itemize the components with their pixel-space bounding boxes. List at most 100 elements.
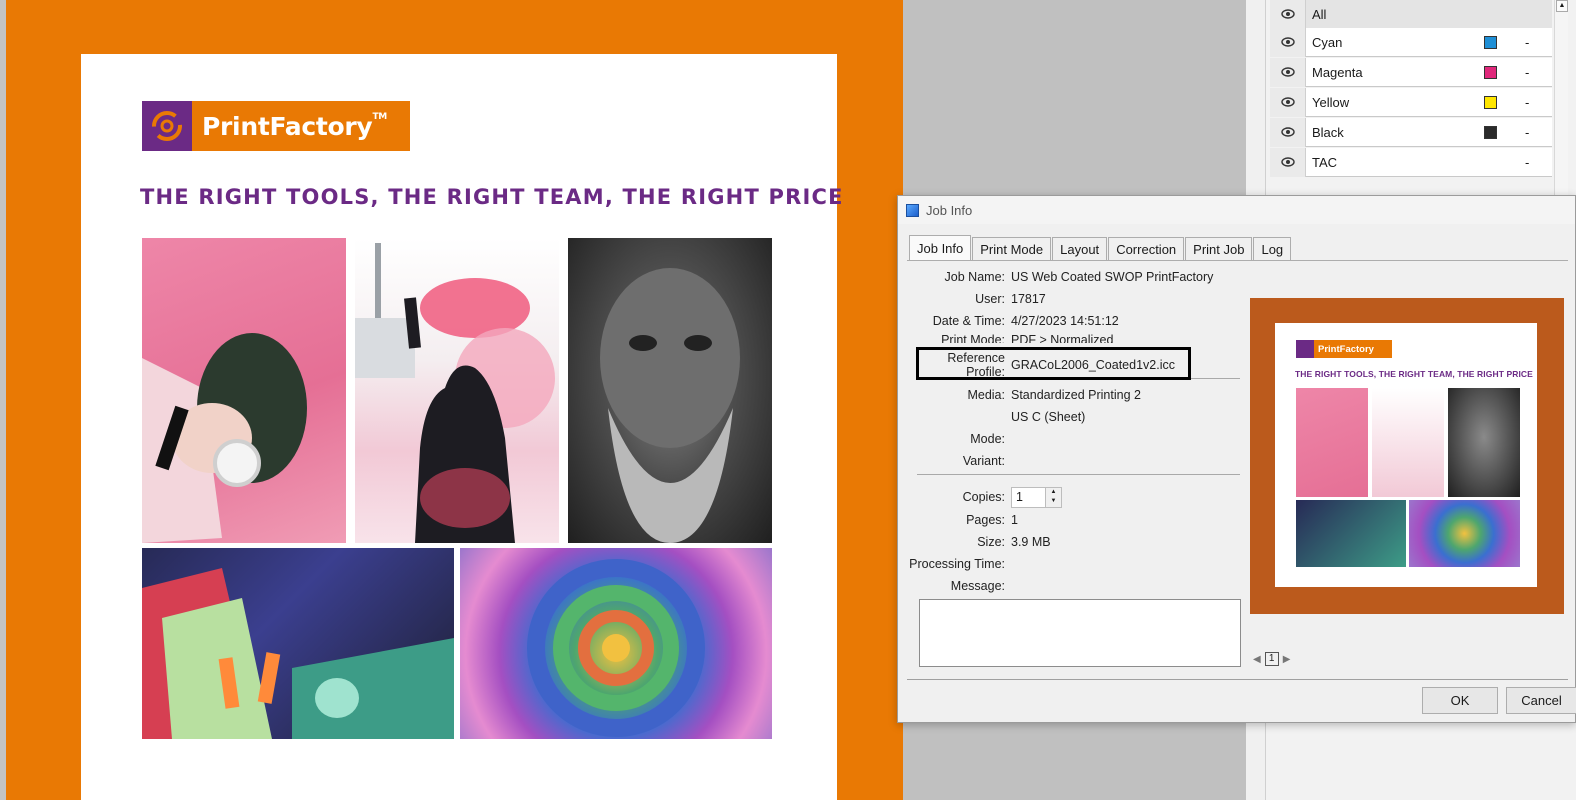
media-value: Standardized Printing 2 — [1011, 388, 1141, 402]
divider — [917, 474, 1240, 475]
preview-photo-4 — [1296, 500, 1406, 567]
printfactory-logo: PrintFactoryTM — [142, 101, 410, 151]
separation-row-cyan[interactable]: Cyan - — [1270, 27, 1552, 57]
datetime-row: Date & Time: 4/27/2023 14:51:12 — [907, 312, 1251, 330]
page-number-indicator: 1 — [1264, 652, 1279, 666]
cancel-button[interactable]: Cancel — [1506, 687, 1576, 714]
tab-log[interactable]: Log — [1253, 237, 1292, 260]
eye-icon[interactable] — [1270, 117, 1306, 147]
preview-page: PrintFactory THE RIGHT TOOLS, THE RIGHT … — [1275, 323, 1537, 587]
media-label: Media: — [967, 388, 1005, 402]
dialog-footer-divider — [907, 679, 1568, 680]
media-sub-value: US C (Sheet) — [1011, 410, 1086, 424]
prev-page-icon[interactable]: ◀ — [1253, 654, 1261, 665]
separation-row-magenta[interactable]: Magenta - — [1270, 57, 1552, 87]
mode-label: Mode: — [970, 432, 1005, 446]
preview-page-navigator: ◀ 1 ▶ — [1253, 652, 1290, 666]
eye-icon[interactable] — [1270, 147, 1306, 177]
tab-correction[interactable]: Correction — [1108, 237, 1185, 260]
size-label: Size: — [977, 535, 1005, 549]
photo-rainbow-rose — [460, 548, 772, 739]
print-mode-value: PDF > Normalized — [1011, 333, 1114, 343]
app-window-icon — [906, 203, 919, 217]
job-name-label: Job Name: — [944, 270, 1005, 284]
message-label: Message: — [950, 579, 1005, 593]
user-value: 17817 — [1011, 292, 1046, 306]
preview-photo-3 — [1448, 388, 1520, 497]
next-page-icon[interactable]: ▶ — [1283, 654, 1291, 665]
separation-row-black[interactable]: Black - — [1270, 117, 1552, 147]
separation-label: Yellow — [1312, 94, 1350, 110]
stepper-down-icon[interactable]: ▼ — [1046, 497, 1061, 507]
photo-smoke-flare — [355, 238, 559, 543]
copies-row: Copies: 1 ▲ ▼ — [907, 486, 1251, 508]
artboard: PrintFactoryTM THE RIGHT TOOLS, THE RIGH… — [6, 0, 903, 800]
user-row: User: 17817 — [907, 290, 1251, 308]
tab-print-job[interactable]: Print Job — [1185, 237, 1253, 260]
job-name-row: Job Name: US Web Coated SWOP PrintFactor… — [907, 268, 1251, 286]
copies-label: Copies: — [962, 490, 1005, 504]
separation-label: TAC — [1312, 154, 1338, 170]
copies-stepper[interactable]: 1 ▲ ▼ — [1011, 486, 1062, 508]
photo-woman-headphones — [142, 238, 346, 543]
document-page: PrintFactoryTM THE RIGHT TOOLS, THE RIGH… — [81, 54, 844, 800]
separation-row-all[interactable]: All — [1270, 0, 1552, 29]
datetime-value: 4/27/2023 14:51:12 — [1011, 314, 1119, 328]
eye-icon[interactable] — [1270, 57, 1306, 87]
pages-value: 1 — [1011, 513, 1018, 527]
page-tagline: THE RIGHT TOOLS, THE RIGHT TEAM, THE RIG… — [140, 185, 844, 209]
separations-scrollbar[interactable]: ▲ — [1554, 0, 1568, 195]
separation-label: All — [1312, 6, 1327, 22]
copies-input[interactable]: 1 — [1011, 486, 1046, 508]
size-row: Size: 3.9 MB — [907, 533, 1251, 551]
job-name-value: US Web Coated SWOP PrintFactory — [1011, 270, 1214, 284]
preview-logo-mark-icon — [1296, 340, 1314, 358]
print-mode-row: Print Mode: PDF > Normalized — [907, 333, 1251, 343]
separation-value: - — [1525, 94, 1530, 110]
separation-label: Magenta — [1312, 64, 1363, 80]
separation-value: - — [1525, 34, 1530, 50]
job-preview-thumbnail: PrintFactory THE RIGHT TOOLS, THE RIGHT … — [1250, 298, 1564, 614]
preview-photo-1 — [1296, 388, 1368, 497]
preview-photo-5 — [1409, 500, 1520, 567]
separation-value: - — [1525, 154, 1530, 170]
pages-label: Pages: — [966, 513, 1005, 527]
eye-icon[interactable] — [1270, 87, 1306, 117]
dialog-titlebar[interactable]: Job Info — [898, 196, 1575, 224]
scroll-up-arrow-icon[interactable]: ▲ — [1556, 0, 1568, 12]
preview-tagline: THE RIGHT TOOLS, THE RIGHT TEAM, THE RIG… — [1295, 369, 1533, 379]
photo-graffiti — [142, 548, 454, 739]
tab-layout[interactable]: Layout — [1052, 237, 1108, 260]
tab-job-info[interactable]: Job Info — [909, 235, 972, 260]
photo-old-man — [568, 238, 772, 543]
separation-value: - — [1525, 124, 1530, 140]
eye-icon[interactable] — [1270, 0, 1306, 29]
stepper-up-icon[interactable]: ▲ — [1046, 488, 1061, 498]
ok-button[interactable]: OK — [1422, 687, 1498, 714]
job-info-dialog: Job Info Job Info Print Mode Layout Corr… — [897, 195, 1576, 723]
printfactory-logo-mark-icon — [142, 101, 192, 151]
cyan-swatch — [1484, 35, 1497, 49]
swatch-placeholder — [1484, 156, 1497, 169]
pages-row: Pages: 1 — [907, 511, 1251, 529]
separation-row-tac[interactable]: TAC - — [1270, 147, 1552, 177]
media-sub-row: US C (Sheet) — [907, 408, 1251, 426]
media-row: Media: Standardized Printing 2 — [907, 386, 1251, 404]
yellow-swatch — [1484, 95, 1497, 109]
preview-photo-2 — [1372, 388, 1444, 497]
logo-text: PrintFactoryTM — [202, 111, 387, 141]
copies-stepper-arrows[interactable]: ▲ ▼ — [1046, 486, 1062, 508]
tab-print-mode[interactable]: Print Mode — [972, 237, 1052, 260]
processing-time-row: Processing Time: — [907, 555, 1251, 573]
document-canvas[interactable]: PrintFactoryTM THE RIGHT TOOLS, THE RIGH… — [0, 0, 903, 800]
mode-row: Mode: — [907, 430, 1251, 448]
message-textbox[interactable] — [919, 599, 1241, 667]
eye-icon[interactable] — [1270, 27, 1306, 57]
black-swatch — [1484, 125, 1497, 139]
size-value: 3.9 MB — [1011, 535, 1051, 549]
preview-logo: PrintFactory — [1296, 340, 1392, 358]
user-label: User: — [975, 292, 1005, 306]
separation-row-yellow[interactable]: Yellow - — [1270, 87, 1552, 117]
separation-label: Black — [1312, 124, 1344, 140]
dialog-title: Job Info — [926, 202, 973, 218]
